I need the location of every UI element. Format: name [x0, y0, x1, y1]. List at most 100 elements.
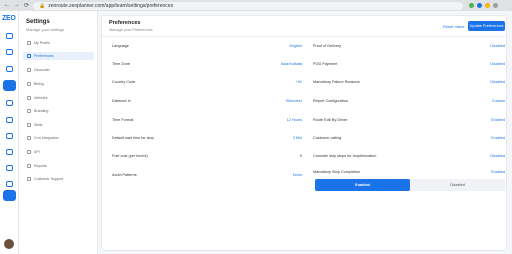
- sidebar-title: Settings: [26, 19, 50, 25]
- back-icon[interactable]: ←: [4, 2, 10, 9]
- vehicle-icon: [27, 96, 31, 100]
- sidebar-item-label: Billing: [34, 82, 44, 86]
- extension-icon[interactable]: [469, 3, 475, 8]
- search-icon[interactable]: [6, 100, 13, 106]
- pref-value[interactable]: 0: [300, 154, 302, 158]
- pref-label: Time Format: [112, 118, 134, 122]
- sidebar-item-geocoder[interactable]: Geocoder: [23, 66, 94, 74]
- sidebar-item-label: Skills: [34, 123, 43, 127]
- pref-label: Report Configuration: [313, 99, 349, 103]
- pref-value[interactable]: Disabled: [490, 44, 505, 48]
- address-text: zeoroute.zeoplanner.com/app/team/setting…: [48, 2, 174, 9]
- route-icon[interactable]: [6, 66, 13, 72]
- billing-icon: [27, 82, 31, 86]
- pref-row-pod-payment[interactable]: POD Payment Disabled: [313, 59, 505, 69]
- settings-icon[interactable]: [3, 190, 16, 201]
- pref-label: Country Code: [112, 80, 136, 84]
- pref-row-time-zone[interactable]: Time Zone Asia/Kolkata: [112, 59, 302, 69]
- pref-row-time-format[interactable]: Time Format 12 Hours: [112, 115, 302, 125]
- browser-nav: ← → ⟳: [0, 2, 29, 9]
- pref-value[interactable]: Asia/Kolkata: [281, 62, 302, 66]
- pref-value[interactable]: Disabled: [490, 80, 505, 84]
- pref-row-skip-stops[interactable]: Consider skip stops for reoptimization Di…: [313, 151, 505, 161]
- sidebar-item-billing[interactable]: Billing: [23, 80, 94, 88]
- sidebar-item-reports[interactable]: Reports: [23, 162, 94, 170]
- pref-value[interactable]: 3 Min: [293, 136, 302, 140]
- address-bar[interactable]: 🔒 zeoroute.zeoplanner.com/app/team/setti…: [33, 1, 464, 10]
- add-icon[interactable]: [3, 80, 16, 91]
- sidebar-item-preferences[interactable]: Preferences: [23, 52, 94, 60]
- people-icon[interactable]: [6, 165, 13, 171]
- pref-value[interactable]: English: [290, 44, 302, 48]
- app-rail: ZEO: [0, 11, 19, 254]
- page-subtitle: Manage your Preferences: [109, 28, 153, 32]
- toggle-enabled-option[interactable]: Enabled: [315, 179, 410, 191]
- pref-row-mandatory-stop-completion[interactable]: Mandatory Stop Completion Enabled: [313, 167, 505, 177]
- pref-value[interactable]: Enabled: [491, 136, 505, 140]
- pref-row-route-edit[interactable]: Route Edit By Driver Enabled: [313, 115, 505, 125]
- pref-value[interactable]: Disabled: [490, 62, 505, 66]
- zeo-logo[interactable]: ZEO: [2, 15, 16, 22]
- pref-value[interactable]: Custom: [492, 99, 505, 103]
- package-icon[interactable]: [6, 181, 13, 187]
- pref-label: Proof of Delivery: [313, 44, 342, 48]
- pref-row-customer-calling[interactable]: Customer calling Enabled: [313, 133, 505, 143]
- stop-completion-toggle[interactable]: Enabled Disabled: [315, 179, 505, 191]
- pref-value[interactable]: +91: [296, 80, 302, 84]
- map-icon[interactable]: [6, 49, 13, 55]
- pref-label: Mandatory Stop Completion: [313, 170, 361, 174]
- toggle-disabled-option[interactable]: Disabled: [410, 179, 505, 191]
- reload-icon[interactable]: ⟳: [24, 2, 29, 9]
- preferences-panel: Preferences Manage your Preferences Rese…: [101, 15, 507, 251]
- sidebar-item-label: Branding: [34, 109, 49, 113]
- pref-value[interactable]: Kilometer: [286, 99, 302, 103]
- skills-icon: [27, 123, 31, 127]
- pref-value[interactable]: Enabled: [491, 170, 505, 174]
- support-icon: [27, 177, 31, 181]
- pref-value[interactable]: Enabled: [491, 118, 505, 122]
- pref-row-distance[interactable]: Distance in Kilometer: [112, 96, 302, 106]
- sidebar-item-customer-support[interactable]: Customer Support: [23, 175, 94, 183]
- geocoder-icon: [27, 68, 31, 72]
- extension-icon[interactable]: [485, 3, 491, 8]
- pref-row-language[interactable]: Language English: [112, 41, 302, 51]
- pref-label: Customer calling: [313, 136, 342, 140]
- pref-label: Route Edit By Driver: [313, 118, 348, 122]
- update-preferences-button[interactable]: Update Preferences: [468, 21, 505, 31]
- sidebar-item-label: Preferences: [34, 54, 54, 58]
- sidebar-item-label: My Profile: [34, 41, 50, 45]
- pref-label: Language: [112, 44, 129, 48]
- sidebar-item-skills[interactable]: Skills: [23, 121, 94, 129]
- pref-row-avoid-patterns[interactable]: Avoid Patterns None: [112, 170, 302, 180]
- pref-row-country-code[interactable]: Country Code +91: [112, 77, 302, 87]
- profile-icon[interactable]: [493, 3, 499, 8]
- extension-icon[interactable]: [477, 3, 483, 8]
- pref-row-wait-time[interactable]: Default wait time for stop 3 Min: [112, 133, 302, 143]
- avatar[interactable]: [4, 239, 14, 249]
- pref-row-report-configuration[interactable]: Report Configuration Custom: [313, 96, 505, 106]
- pref-label: Default wait time for stop: [112, 136, 154, 140]
- sidebar-item-branding[interactable]: Branding: [23, 107, 94, 115]
- report-icon[interactable]: [6, 133, 13, 139]
- sidebar-item-vehicles[interactable]: Vehicles: [23, 94, 94, 102]
- pref-row-fuel-cost[interactable]: Fuel cost (per km/mi) 0: [112, 151, 302, 161]
- forward-icon[interactable]: →: [14, 2, 20, 9]
- truck-icon[interactable]: [6, 117, 13, 123]
- sidebar-item-my-profile[interactable]: My Profile: [23, 39, 94, 47]
- reset-value-link[interactable]: Reset Value: [443, 24, 465, 29]
- chat-icon[interactable]: [6, 149, 13, 155]
- home-icon[interactable]: [6, 33, 13, 39]
- browser-bar: ← → ⟳ 🔒 zeoroute.zeoplanner.com/app/team…: [0, 0, 512, 11]
- api-icon: [27, 150, 31, 154]
- crm-icon: [27, 136, 31, 140]
- pref-row-failure-reasons[interactable]: Mandatory Failure Reasons Disabled: [313, 77, 505, 87]
- sidebar-item-crm-integration[interactable]: Crm integration: [23, 134, 94, 142]
- sidebar-item-api[interactable]: API: [23, 148, 94, 156]
- sidebar-item-label: Crm integration: [34, 136, 59, 140]
- pref-row-proof-of-delivery[interactable]: Proof of Delivery Disabled: [313, 41, 505, 51]
- pref-value[interactable]: Disabled: [490, 154, 505, 158]
- pref-value[interactable]: None: [293, 173, 302, 177]
- pref-value[interactable]: 12 Hours: [287, 118, 302, 122]
- sidebar-item-label: API: [34, 150, 40, 154]
- sidebar-item-label: Reports: [34, 164, 47, 168]
